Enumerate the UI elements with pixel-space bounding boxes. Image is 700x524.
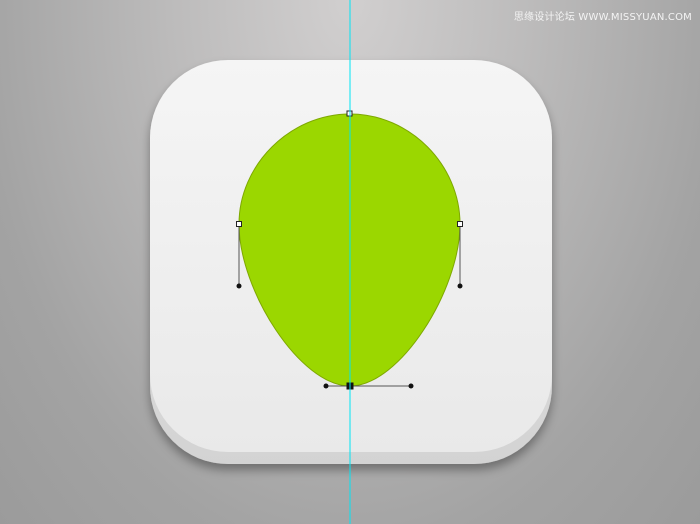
- watermark-text: 思缘设计论坛 WWW.MISSYUAN.COM: [513, 12, 692, 23]
- handle-dot-right[interactable]: [457, 283, 463, 289]
- anchor-right[interactable]: [457, 221, 463, 227]
- handle-dot-left[interactable]: [236, 283, 242, 289]
- anchor-left[interactable]: [236, 221, 242, 227]
- design-canvas: 思缘设计论坛 WWW.MISSYUAN.COM: [0, 0, 700, 524]
- handle-dot-bottom-right[interactable]: [408, 383, 414, 389]
- handle-dot-bottom-left[interactable]: [323, 383, 329, 389]
- artwork: [150, 0, 552, 524]
